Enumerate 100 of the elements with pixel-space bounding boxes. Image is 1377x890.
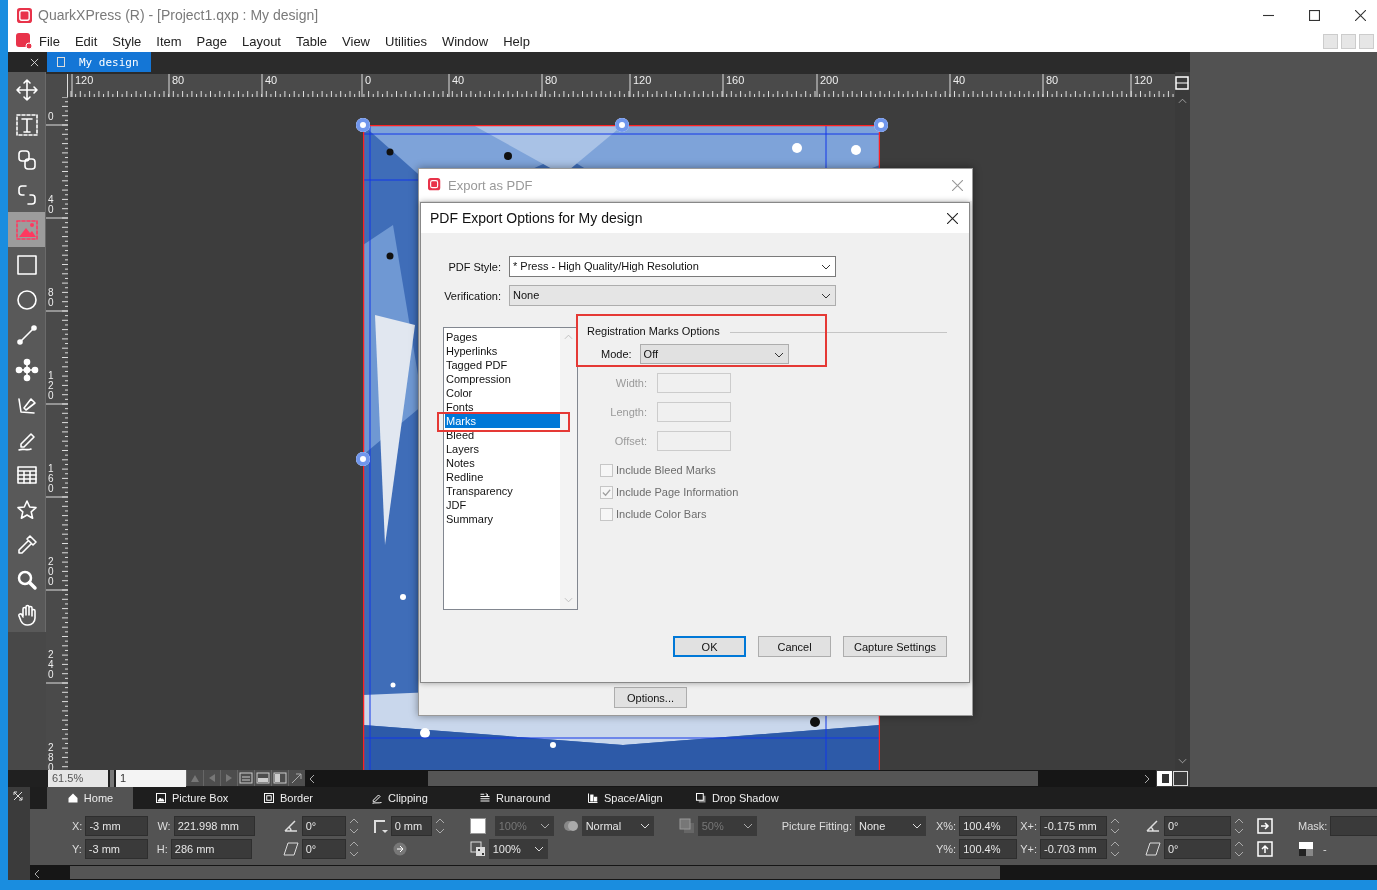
ruler-origin[interactable] bbox=[46, 74, 68, 97]
angle-icon bbox=[1145, 818, 1161, 834]
window-title: QuarkXPress (R) - [Project1.qxp : My design] bbox=[38, 7, 319, 23]
list-item[interactable]: Compression bbox=[445, 372, 560, 386]
scroll-down-icon[interactable] bbox=[1178, 758, 1187, 764]
rotation-field[interactable]: 0° bbox=[301, 816, 346, 836]
horizontal-scrollbar[interactable] bbox=[305, 770, 1156, 787]
menu-item[interactable]: View bbox=[342, 33, 370, 49]
picture-fitting-dropdown[interactable]: None bbox=[854, 816, 926, 836]
vertical-scrollbar[interactable] bbox=[1175, 72, 1190, 770]
scale-x-field[interactable]: 100.4% bbox=[959, 816, 1018, 836]
list-item[interactable]: Layers bbox=[445, 442, 560, 456]
list-item[interactable]: Summary bbox=[445, 512, 560, 526]
panel-tab[interactable]: Home bbox=[47, 787, 133, 809]
ruler-label: 80 bbox=[48, 288, 55, 308]
scroll-left-icon[interactable] bbox=[34, 869, 40, 879]
y-field[interactable]: -3 mm bbox=[84, 839, 148, 859]
picture-rotation-field[interactable]: 0° bbox=[1164, 816, 1231, 836]
maximize-icon[interactable] bbox=[1309, 9, 1320, 21]
menu-item[interactable]: Edit bbox=[74, 33, 98, 49]
spinner-control[interactable] bbox=[348, 816, 359, 836]
field-label: Mode: bbox=[601, 348, 632, 360]
split-view-icon[interactable] bbox=[1156, 770, 1190, 787]
spinner-control[interactable] bbox=[348, 839, 359, 859]
list-item[interactable]: Hyperlinks bbox=[445, 344, 560, 358]
menu-item[interactable]: Window bbox=[441, 33, 489, 49]
x-field[interactable]: -3 mm bbox=[85, 816, 149, 836]
skew-field[interactable]: 0° bbox=[301, 839, 346, 859]
selection-handle[interactable] bbox=[874, 118, 888, 132]
scroll-up-icon[interactable] bbox=[1178, 98, 1187, 104]
selection-handle[interactable] bbox=[356, 452, 370, 466]
line-icon bbox=[14, 322, 39, 347]
split-view-icon[interactable] bbox=[1175, 76, 1189, 90]
spinner-control[interactable] bbox=[1110, 839, 1120, 859]
height-field[interactable]: 286 mm bbox=[170, 839, 252, 859]
horizontal-scrollbar[interactable] bbox=[30, 865, 1377, 880]
shade-dropdown[interactable]: 100% bbox=[488, 839, 548, 859]
list-item[interactable]: Tagged PDF bbox=[445, 358, 560, 372]
offset-y-field[interactable]: -0.703 mm bbox=[1040, 839, 1107, 859]
document-tab[interactable]: My design bbox=[47, 52, 151, 72]
list-item[interactable]: Pages bbox=[445, 330, 560, 344]
list-item[interactable]: Transparency bbox=[445, 484, 560, 498]
list-item[interactable]: Marks bbox=[445, 414, 560, 428]
scroll-right-icon[interactable] bbox=[1144, 774, 1150, 784]
menu-item[interactable]: Page bbox=[196, 33, 227, 49]
verification-dropdown[interactable]: None bbox=[509, 285, 836, 306]
panel-tab[interactable]: Runaround bbox=[457, 787, 565, 809]
pdf-style-dropdown[interactable]: * Press - High Quality/High Resolution bbox=[509, 256, 836, 277]
selection-handle[interactable] bbox=[356, 118, 370, 132]
list-item[interactable]: Redline bbox=[445, 470, 560, 484]
spinner-control[interactable] bbox=[1234, 839, 1244, 859]
selection-handle[interactable] bbox=[615, 118, 629, 132]
scale-y-field[interactable]: 100.4% bbox=[959, 839, 1018, 859]
list-item[interactable]: Fonts bbox=[445, 400, 560, 414]
list-item[interactable]: JDF bbox=[445, 498, 560, 512]
menu-item[interactable]: Item bbox=[156, 33, 182, 49]
mode-dropdown[interactable]: Off bbox=[639, 344, 789, 364]
close-icon[interactable] bbox=[947, 212, 958, 224]
mask-icon[interactable] bbox=[1298, 841, 1314, 857]
spinner-control[interactable] bbox=[434, 816, 445, 836]
list-item[interactable]: Color bbox=[445, 386, 560, 400]
menu-item[interactable]: Help bbox=[503, 33, 530, 49]
panel-tab[interactable]: Clipping bbox=[349, 787, 457, 809]
panel-tab[interactable]: Picture Box bbox=[133, 787, 241, 809]
options-button[interactable]: Options... bbox=[614, 687, 687, 708]
layout-icon[interactable] bbox=[271, 770, 288, 786]
width-field[interactable]: 221.998 mm bbox=[173, 816, 255, 836]
blend-mode-dropdown[interactable]: Normal bbox=[581, 816, 654, 836]
dialog-button[interactable]: Cancel bbox=[758, 636, 832, 657]
scroll-thumb[interactable] bbox=[428, 771, 1038, 786]
close-icon[interactable] bbox=[1355, 9, 1366, 21]
color-swatch[interactable] bbox=[469, 818, 486, 834]
mask-field[interactable] bbox=[1330, 816, 1377, 836]
caret-icon bbox=[539, 823, 550, 829]
offset-x-field[interactable]: -0.175 mm bbox=[1040, 816, 1107, 836]
arrow-up-icon[interactable] bbox=[1257, 841, 1273, 857]
panel-tab[interactable]: Border bbox=[241, 787, 349, 809]
arrow-circle-icon[interactable] bbox=[391, 841, 408, 857]
layout-icon[interactable] bbox=[254, 770, 271, 786]
panel-tab[interactable]: Space/Align bbox=[565, 787, 673, 809]
export-icon[interactable] bbox=[288, 770, 305, 786]
corner-radius-field[interactable]: 0 mm bbox=[390, 816, 432, 836]
layout-icon[interactable] bbox=[237, 770, 254, 786]
list-item[interactable]: Notes bbox=[445, 456, 560, 470]
menu-item[interactable]: File bbox=[39, 33, 60, 49]
menu-item[interactable]: Style bbox=[112, 33, 142, 49]
arrow-right-icon[interactable] bbox=[1257, 818, 1273, 834]
spinner-control[interactable] bbox=[1234, 816, 1244, 836]
dialog-button[interactable]: Capture Settings bbox=[843, 636, 947, 657]
picture-skew-field[interactable]: 0° bbox=[1164, 839, 1231, 859]
move-icon bbox=[14, 77, 39, 102]
menu-item[interactable]: Utilities bbox=[385, 33, 427, 49]
dialog-button[interactable]: OK bbox=[673, 636, 747, 657]
zoom-field[interactable]: 61.5% bbox=[48, 770, 108, 787]
scroll-left-icon[interactable] bbox=[309, 774, 315, 784]
panel-tab[interactable]: Drop Shadow bbox=[673, 787, 781, 809]
spinner-control[interactable] bbox=[1110, 816, 1120, 836]
menu-item[interactable]: Layout bbox=[241, 33, 281, 49]
page-field[interactable]: 1 bbox=[116, 770, 186, 787]
menu-item[interactable]: Table bbox=[296, 33, 328, 49]
